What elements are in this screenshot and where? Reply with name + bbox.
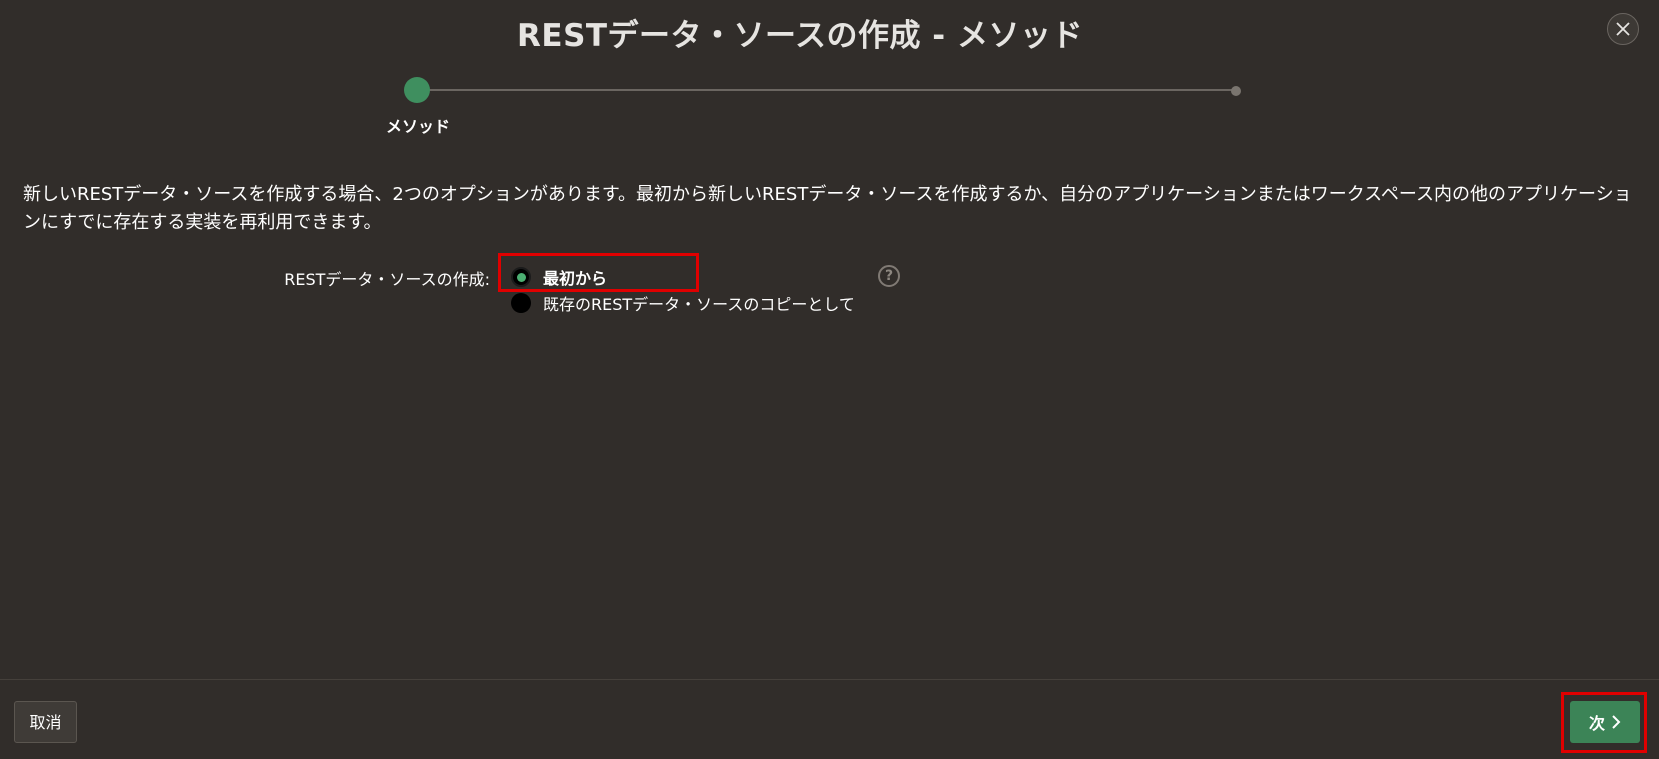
next-button[interactable]: 次 xyxy=(1570,701,1640,743)
radio-option-label[interactable]: 最初から xyxy=(543,265,607,289)
radio-option-copy-existing[interactable]: 既存のRESTデータ・ソースのコピーとして xyxy=(511,292,855,314)
radio-button-unchecked[interactable] xyxy=(511,293,531,313)
progress-step-upcoming-marker xyxy=(1231,86,1241,96)
create-rest-data-source-dialog: RESTデータ・ソースの作成 - メソッド メソッド 新しいRESTデータ・ソー… xyxy=(0,0,1659,759)
progress-step-label: メソッド xyxy=(385,117,450,136)
help-icon[interactable]: ? xyxy=(878,265,900,287)
radio-button-checked[interactable] xyxy=(511,267,531,287)
chevron-right-icon xyxy=(1612,715,1621,729)
next-button-label: 次 xyxy=(1588,714,1605,733)
description-text: 新しいRESTデータ・ソースを作成する場合、2つのオプションがあります。最初から… xyxy=(23,184,1632,233)
dialog-title: RESTデータ・ソースの作成 - メソッド xyxy=(517,18,1083,54)
close-button[interactable] xyxy=(1607,13,1639,45)
progress-step-current-marker xyxy=(404,77,430,103)
radio-option-label[interactable]: 既存のRESTデータ・ソースのコピーとして xyxy=(543,291,855,315)
radio-option-from-scratch[interactable]: 最初から xyxy=(511,266,607,288)
progress-track-line xyxy=(418,89,1236,91)
create-method-label: RESTデータ・ソースの作成: xyxy=(284,270,490,289)
close-icon xyxy=(1616,22,1630,36)
footer-divider xyxy=(0,679,1659,680)
cancel-button[interactable]: 取消 xyxy=(14,701,77,743)
